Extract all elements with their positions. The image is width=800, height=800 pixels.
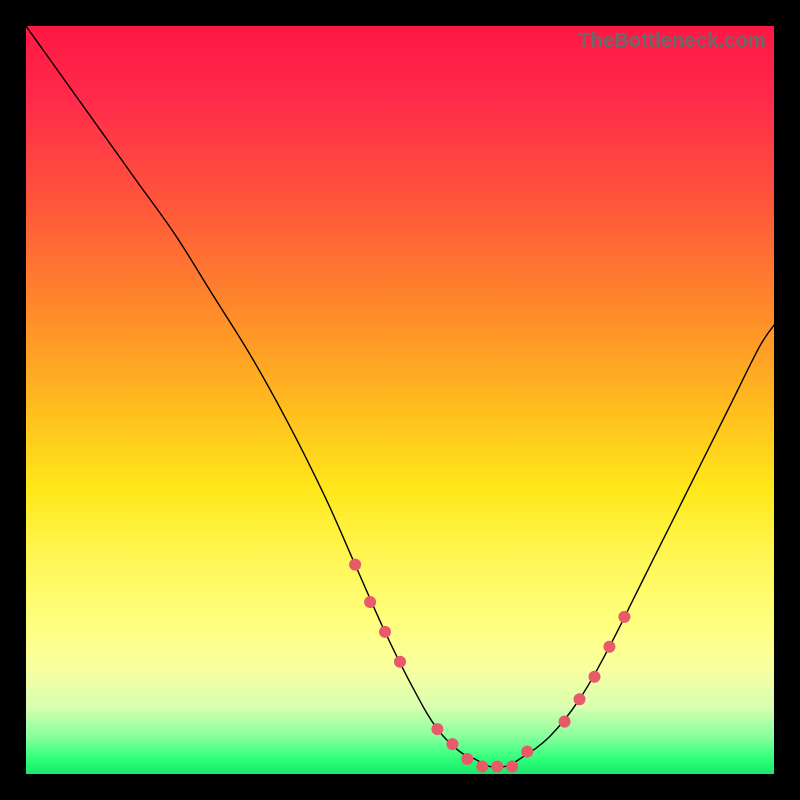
curve-marker [431, 723, 443, 735]
curve-marker [461, 753, 473, 765]
curve-marker [476, 761, 488, 773]
curve-marker [618, 611, 630, 623]
curve-svg [26, 26, 774, 774]
curve-marker [521, 746, 533, 758]
curve-marker [506, 761, 518, 773]
curve-marker [364, 596, 376, 608]
curve-marker [379, 626, 391, 638]
curve-marker [446, 738, 458, 750]
curve-marker [603, 641, 615, 653]
curve-marker [559, 716, 571, 728]
bottleneck-curve [26, 26, 774, 768]
curve-marker [589, 671, 601, 683]
chart-frame: TheBottleneck.com [0, 0, 800, 800]
plot-area: TheBottleneck.com [26, 26, 774, 774]
curve-marker [349, 559, 361, 571]
curve-marker [574, 693, 586, 705]
marker-group [349, 559, 630, 773]
curve-marker [491, 761, 503, 773]
curve-marker [394, 656, 406, 668]
watermark-label: TheBottleneck.com [578, 30, 766, 53]
